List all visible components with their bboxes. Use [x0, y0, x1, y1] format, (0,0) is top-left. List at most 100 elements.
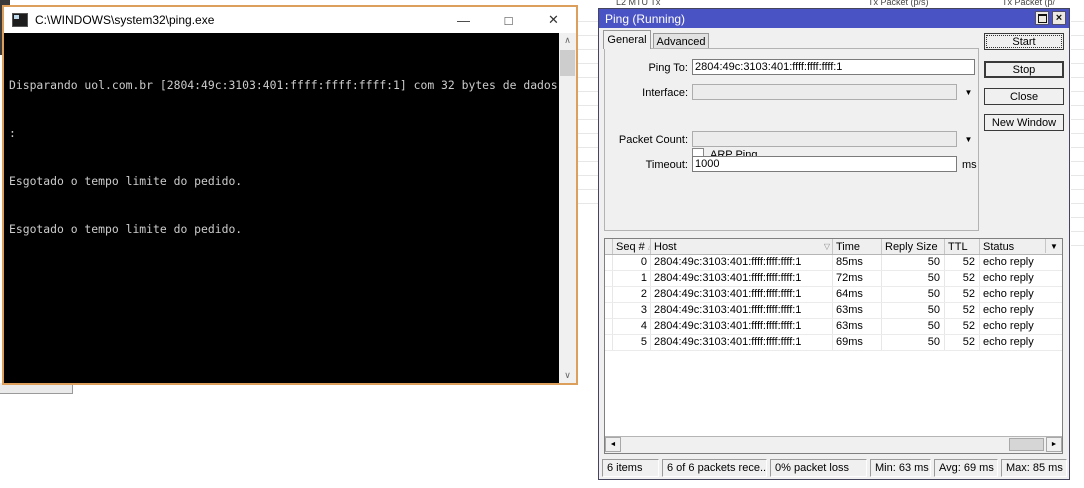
background-table-rows	[1071, 8, 1084, 258]
table-row[interactable]: 0 2804:49c:3103:401:ffff:ffff:ffff:1 85ms 5…	[605, 255, 1062, 271]
stop-button[interactable]: Stop	[984, 61, 1064, 78]
table-row[interactable]: 1 2804:49c:3103:401:ffff:ffff:ffff:1 72ms 5…	[605, 271, 1062, 287]
cell-flag	[605, 335, 613, 350]
console-line: :	[9, 126, 16, 140]
table-row[interactable]: 2 2804:49c:3103:401:ffff:ffff:ffff:1 64ms 5…	[605, 287, 1062, 303]
background-table-rows	[578, 8, 598, 213]
cell-ttl: 52	[945, 303, 980, 318]
chevron-down-icon[interactable]: ▼	[962, 131, 975, 147]
tab-advanced[interactable]: Advanced	[653, 33, 709, 49]
table-row[interactable]: 3 2804:49c:3103:401:ffff:ffff:ffff:1 63ms 5…	[605, 303, 1062, 319]
table-row[interactable]: 5 2804:49c:3103:401:ffff:ffff:ffff:1 69ms 5…	[605, 335, 1062, 351]
time-column-header[interactable]: Time	[833, 239, 882, 254]
cell-flag	[605, 271, 613, 286]
timeout-input[interactable]	[692, 156, 957, 172]
close-button[interactable]: ✕	[531, 7, 576, 33]
scroll-up-icon[interactable]: ∧	[559, 33, 576, 48]
chevron-down-icon[interactable]: ▼	[962, 84, 975, 100]
ping-to-input[interactable]	[692, 59, 975, 75]
table-row[interactable]: 4 2804:49c:3103:401:ffff:ffff:ffff:1 63ms 5…	[605, 319, 1062, 335]
ping-window: Ping (Running) × General Advanced Ping T…	[598, 8, 1070, 480]
packet-count-label: Packet Count:	[618, 134, 688, 146]
horizontal-scrollbar[interactable]: ◄ ►	[605, 436, 1062, 453]
cell-host: 2804:49c:3103:401:ffff:ffff:ffff:1	[651, 303, 833, 318]
cell-flag	[605, 319, 613, 334]
ttl-column-header[interactable]: TTL	[945, 239, 980, 254]
cell-reply_size: 50	[882, 319, 945, 334]
cell-host: 2804:49c:3103:401:ffff:ffff:ffff:1	[651, 255, 833, 270]
cell-seq: 1	[613, 271, 651, 286]
status-min-time: Min: 63 ms	[870, 459, 931, 477]
host-column-header[interactable]: Host ▽	[651, 239, 833, 254]
background-table-header-strip: L2 MTU Tx Tx Packet (p/s) Tx Packet (p/	[598, 0, 1084, 8]
cell-ttl: 52	[945, 287, 980, 302]
console-line: Esgotado o tempo limite do pedido.	[9, 222, 243, 236]
cell-status: echo reply	[983, 304, 1034, 316]
filter-funnel-icon[interactable]: ▽	[824, 242, 830, 251]
maximize-icon	[1037, 13, 1047, 23]
scroll-left-icon[interactable]: ◄	[605, 437, 621, 452]
maximize-button[interactable]: □	[486, 7, 531, 33]
scrollbar-thumb[interactable]	[560, 50, 575, 76]
timeout-label: Timeout:	[645, 159, 688, 171]
cell-host: 2804:49c:3103:401:ffff:ffff:ffff:1	[651, 287, 833, 302]
cell-status: echo reply	[983, 256, 1034, 268]
cell-seq: 2	[613, 287, 651, 302]
flag-column-header[interactable]	[605, 239, 613, 254]
status-max-time: Max: 85 ms	[1001, 459, 1067, 477]
seq-header-label: Seq #	[616, 240, 645, 253]
new-window-button[interactable]: New Window	[984, 114, 1064, 131]
tab-general[interactable]: General	[603, 30, 651, 49]
cell-status: echo reply	[983, 320, 1034, 332]
cell-seq: 3	[613, 303, 651, 318]
console-icon	[12, 13, 28, 27]
status-items-count: 6 items	[602, 459, 659, 477]
column-menu-button[interactable]: ▼	[1045, 239, 1062, 253]
maximize-button[interactable]	[1035, 11, 1049, 25]
scrollbar-thumb[interactable]	[1009, 438, 1044, 451]
minimize-button[interactable]: —	[441, 7, 486, 33]
seq-column-header[interactable]: Seq # △	[613, 239, 651, 254]
cell-host: 2804:49c:3103:401:ffff:ffff:ffff:1	[651, 271, 833, 286]
console-scrollbar[interactable]: ∧ ∨	[559, 33, 576, 383]
scroll-right-icon[interactable]: ►	[1046, 437, 1062, 452]
cell-time: 63ms	[833, 303, 882, 318]
console-titlebar[interactable]: C:\WINDOWS\system32\ping.exe — □ ✕	[4, 7, 576, 33]
interface-combobox[interactable]	[692, 84, 957, 100]
background-header-fragment: Tx Packet (p/	[1002, 0, 1056, 7]
reply-size-column-header[interactable]: Reply Size	[882, 239, 945, 254]
cell-host: 2804:49c:3103:401:ffff:ffff:ffff:1	[651, 335, 833, 350]
cell-flag	[605, 255, 613, 270]
ping-window-title: Ping (Running)	[605, 11, 686, 26]
ping-titlebar[interactable]: Ping (Running)	[599, 9, 1069, 28]
cell-reply_size: 50	[882, 287, 945, 302]
table-body: 0 2804:49c:3103:401:ffff:ffff:ffff:1 85ms 5…	[605, 255, 1062, 351]
console-line: Esgotado o tempo limite do pedido.	[9, 174, 243, 188]
cell-seq: 0	[613, 255, 651, 270]
timeout-unit: ms	[962, 159, 977, 171]
cell-ttl: 52	[945, 271, 980, 286]
start-button[interactable]: Start	[984, 33, 1064, 50]
status-packet-loss: 0% packet loss	[770, 459, 867, 477]
scroll-down-icon[interactable]: ∨	[559, 368, 576, 383]
cell-seq: 4	[613, 319, 651, 334]
table-header: Seq # △ Host ▽ Time Reply Size TTL Statu…	[605, 239, 1062, 255]
cell-reply_size: 50	[882, 271, 945, 286]
cell-ttl: 52	[945, 319, 980, 334]
cell-status: echo reply	[983, 336, 1034, 348]
close-button[interactable]: ×	[1052, 11, 1066, 25]
status-avg-time: Avg: 69 ms	[934, 459, 998, 477]
cell-flag	[605, 287, 613, 302]
console-line: Disparando uol.com.br [2804:49c:3103:401…	[9, 78, 558, 92]
background-header-fragment: Tx Packet (p/s)	[868, 0, 929, 7]
interface-label: Interface:	[642, 87, 688, 99]
cell-reply_size: 50	[882, 255, 945, 270]
background-header-fragment: L2 MTU Tx	[616, 0, 661, 7]
cell-ttl: 52	[945, 255, 980, 270]
console-output: Disparando uol.com.br [2804:49c:3103:401…	[4, 33, 559, 383]
cell-status: echo reply	[983, 288, 1034, 300]
status-packets-received: 6 of 6 packets rece...	[662, 459, 767, 477]
close-button[interactable]: Close	[984, 88, 1064, 105]
ping-form-groupbox: Ping To: Interface: ▼ ARP Ping Packet Co…	[604, 48, 979, 231]
packet-count-combobox[interactable]	[692, 131, 957, 147]
